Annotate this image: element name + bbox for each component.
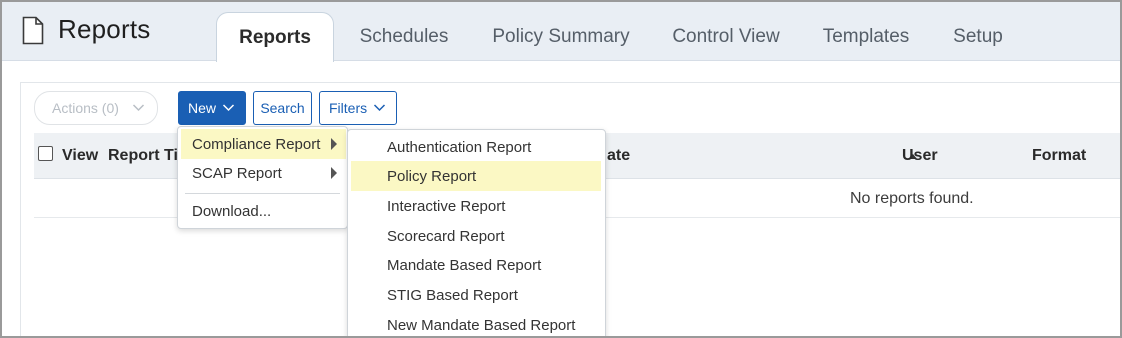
chevron-down-icon	[222, 104, 235, 112]
menu-divider	[185, 193, 340, 194]
submenu-item-interactive-report[interactable]: Interactive Report	[351, 191, 601, 221]
empty-message: No reports found.	[850, 190, 974, 207]
column-date[interactable]: ate	[607, 147, 630, 165]
column-view[interactable]: View	[62, 147, 98, 165]
page-title: Reports	[58, 14, 151, 44]
document-icon	[22, 16, 44, 45]
submenu-item-scorecard-report[interactable]: Scorecard Report	[351, 221, 601, 251]
chevron-down-icon	[132, 104, 145, 112]
filters-label: Filters	[329, 100, 368, 116]
column-format[interactable]: Format	[1032, 147, 1086, 165]
tab-setup[interactable]: Setup	[948, 12, 1008, 61]
caret-right-icon	[331, 167, 337, 179]
submenu-item-authentication-report[interactable]: Authentication Report	[351, 132, 601, 162]
menu-item-compliance-report[interactable]: Compliance Report	[181, 129, 346, 159]
compliance-report-submenu: Authentication Report Policy Report Inte…	[347, 129, 606, 336]
menu-item-label: Compliance Report	[192, 135, 321, 153]
actions-dropdown[interactable]: Actions (0)	[34, 91, 158, 125]
submenu-item-new-mandate-based-report[interactable]: New Mandate Based Report	[351, 310, 601, 336]
search-label: Search	[260, 100, 305, 116]
submenu-item-policy-report[interactable]: Policy Report	[351, 161, 601, 191]
submenu-item-mandate-based-report[interactable]: Mandate Based Report	[351, 250, 601, 280]
tab-reports[interactable]: Reports	[216, 12, 334, 62]
menu-item-download[interactable]: Download...	[181, 196, 346, 226]
new-button[interactable]: New	[178, 91, 246, 125]
tab-policy-summary[interactable]: Policy Summary	[486, 12, 636, 61]
search-button[interactable]: Search	[253, 91, 312, 125]
tab-control-view[interactable]: Control View	[666, 12, 786, 61]
caret-right-icon	[331, 138, 337, 150]
menu-item-label: Download...	[192, 202, 272, 220]
menu-item-scap-report[interactable]: SCAP Report	[181, 158, 346, 188]
chevron-down-icon	[373, 104, 386, 112]
submenu-item-stig-based-report[interactable]: STIG Based Report	[351, 280, 601, 310]
new-dropdown-menu: Compliance Report SCAP Report Download..…	[177, 126, 348, 229]
actions-label: Actions (0)	[52, 100, 119, 116]
column-user[interactable]: User	[902, 147, 938, 165]
select-all-checkbox[interactable]	[38, 146, 53, 161]
tab-schedules[interactable]: Schedules	[352, 12, 456, 61]
filters-button[interactable]: Filters	[319, 91, 397, 125]
page-header: Reports Reports Schedules Policy Summary…	[2, 2, 1120, 62]
column-report-title[interactable]: Report Ti	[108, 147, 178, 165]
tab-templates[interactable]: Templates	[816, 12, 916, 61]
app-window: Reports Reports Schedules Policy Summary…	[0, 0, 1122, 338]
menu-item-label: SCAP Report	[192, 164, 282, 182]
new-label: New	[188, 100, 217, 116]
